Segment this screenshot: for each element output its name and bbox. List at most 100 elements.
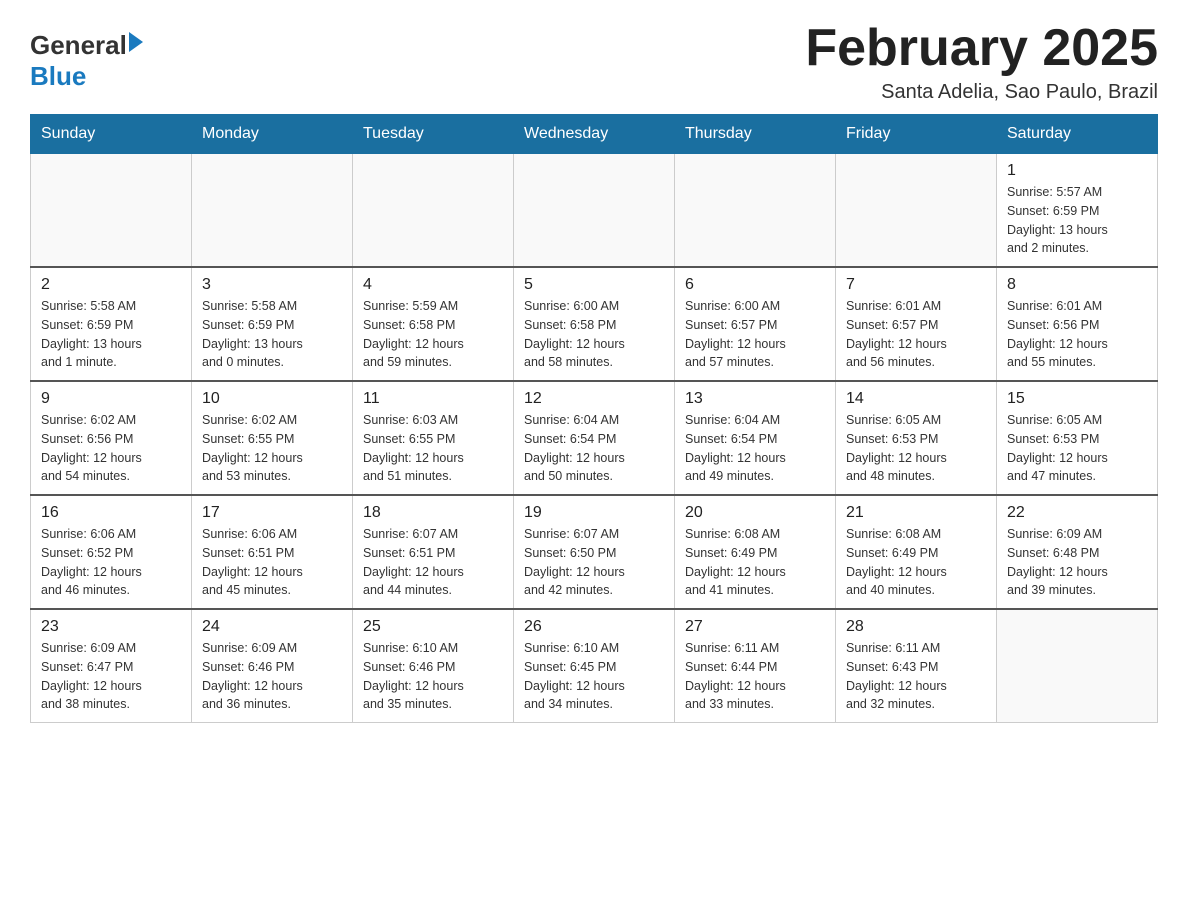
day-number: 9: [41, 390, 181, 408]
day-number: 1: [1007, 162, 1147, 180]
day-info: Sunrise: 6:05 AM Sunset: 6:53 PM Dayligh…: [846, 411, 986, 486]
day-info: Sunrise: 5:58 AM Sunset: 6:59 PM Dayligh…: [41, 297, 181, 372]
column-header-tuesday: Tuesday: [353, 115, 514, 154]
day-info: Sunrise: 6:02 AM Sunset: 6:56 PM Dayligh…: [41, 411, 181, 486]
day-number: 22: [1007, 504, 1147, 522]
calendar-cell: 20 Sunrise: 6:08 AM Sunset: 6:49 PM Dayli…: [675, 495, 836, 609]
day-info: Sunrise: 6:11 AM Sunset: 6:43 PM Dayligh…: [846, 639, 986, 714]
day-number: 4: [363, 276, 503, 294]
day-number: 12: [524, 390, 664, 408]
day-number: 19: [524, 504, 664, 522]
calendar-cell: 7Sunrise: 6:01 AM Sunset: 6:57 PM Daylig…: [836, 267, 997, 381]
day-number: 6: [685, 276, 825, 294]
day-info: Sunrise: 6:02 AM Sunset: 6:55 PM Dayligh…: [202, 411, 342, 486]
day-number: 15: [1007, 390, 1147, 408]
day-info: Sunrise: 6:07 AM Sunset: 6:51 PM Dayligh…: [363, 525, 503, 600]
calendar-cell: 21 Sunrise: 6:08 AM Sunset: 6:49 PM Dayli…: [836, 495, 997, 609]
day-info: Sunrise: 6:09 AM Sunset: 6:46 PM Dayligh…: [202, 639, 342, 714]
logo-blue-text: Blue: [30, 61, 86, 92]
day-number: 25: [363, 618, 503, 636]
calendar-week-row: 9 Sunrise: 6:02 AM Sunset: 6:56 PM Daylig…: [31, 381, 1158, 495]
day-info: Sunrise: 5:59 AM Sunset: 6:58 PM Dayligh…: [363, 297, 503, 372]
calendar-cell: 8 Sunrise: 6:01 AM Sunset: 6:56 PM Daylig…: [997, 267, 1158, 381]
calendar-cell: 22 Sunrise: 6:09 AM Sunset: 6:48 PM Dayli…: [997, 495, 1158, 609]
column-header-saturday: Saturday: [997, 115, 1158, 154]
day-info: Sunrise: 6:08 AM Sunset: 6:49 PM Dayligh…: [846, 525, 986, 600]
calendar-cell: 28 Sunrise: 6:11 AM Sunset: 6:43 PM Dayli…: [836, 609, 997, 723]
column-header-wednesday: Wednesday: [514, 115, 675, 154]
calendar-cell: 24Sunrise: 6:09 AM Sunset: 6:46 PM Dayli…: [192, 609, 353, 723]
calendar-cell: 13 Sunrise: 6:04 AM Sunset: 6:54 PM Dayli…: [675, 381, 836, 495]
day-number: 14: [846, 390, 986, 408]
calendar-title: February 2025: [805, 20, 1158, 77]
calendar-cell: 12 Sunrise: 6:04 AM Sunset: 6:54 PM Dayli…: [514, 381, 675, 495]
calendar-cell: 3 Sunrise: 5:58 AM Sunset: 6:59 PM Daylig…: [192, 267, 353, 381]
day-number: 17: [202, 504, 342, 522]
logo: General Blue: [30, 30, 143, 92]
day-info: Sunrise: 5:58 AM Sunset: 6:59 PM Dayligh…: [202, 297, 342, 372]
calendar-week-row: 16 Sunrise: 6:06 AM Sunset: 6:52 PM Dayli…: [31, 495, 1158, 609]
calendar-subtitle: Santa Adelia, Sao Paulo, Brazil: [805, 81, 1158, 104]
day-info: Sunrise: 6:10 AM Sunset: 6:45 PM Dayligh…: [524, 639, 664, 714]
calendar-cell: 23Sunrise: 6:09 AM Sunset: 6:47 PM Dayli…: [31, 609, 192, 723]
day-number: 8: [1007, 276, 1147, 294]
day-number: 13: [685, 390, 825, 408]
day-info: Sunrise: 6:09 AM Sunset: 6:48 PM Dayligh…: [1007, 525, 1147, 600]
calendar-cell: 26Sunrise: 6:10 AM Sunset: 6:45 PM Dayli…: [514, 609, 675, 723]
calendar-cell: 6 Sunrise: 6:00 AM Sunset: 6:57 PM Daylig…: [675, 267, 836, 381]
column-header-monday: Monday: [192, 115, 353, 154]
calendar-cell: 14 Sunrise: 6:05 AM Sunset: 6:53 PM Dayli…: [836, 381, 997, 495]
day-info: Sunrise: 6:09 AM Sunset: 6:47 PM Dayligh…: [41, 639, 181, 714]
calendar-cell: 18 Sunrise: 6:07 AM Sunset: 6:51 PM Dayli…: [353, 495, 514, 609]
day-number: 11: [363, 390, 503, 408]
calendar-cell: 4 Sunrise: 5:59 AM Sunset: 6:58 PM Daylig…: [353, 267, 514, 381]
day-number: 10: [202, 390, 342, 408]
day-info: Sunrise: 6:11 AM Sunset: 6:44 PM Dayligh…: [685, 639, 825, 714]
day-number: 7: [846, 276, 986, 294]
day-number: 18: [363, 504, 503, 522]
calendar-cell: 1 Sunrise: 5:57 AM Sunset: 6:59 PM Daylig…: [997, 154, 1158, 268]
column-header-thursday: Thursday: [675, 115, 836, 154]
logo-general-text: General: [30, 30, 127, 61]
calendar-header-row: SundayMondayTuesdayWednesdayThursdayFrid…: [31, 115, 1158, 154]
calendar-cell: 16 Sunrise: 6:06 AM Sunset: 6:52 PM Dayli…: [31, 495, 192, 609]
calendar-cell: 19Sunrise: 6:07 AM Sunset: 6:50 PM Dayli…: [514, 495, 675, 609]
logo-arrow-icon: [129, 32, 143, 52]
calendar-table: SundayMondayTuesdayWednesdayThursdayFrid…: [30, 114, 1158, 723]
day-info: Sunrise: 6:00 AM Sunset: 6:58 PM Dayligh…: [524, 297, 664, 372]
column-header-friday: Friday: [836, 115, 997, 154]
day-info: Sunrise: 6:03 AM Sunset: 6:55 PM Dayligh…: [363, 411, 503, 486]
calendar-week-row: 2 Sunrise: 5:58 AM Sunset: 6:59 PM Daylig…: [31, 267, 1158, 381]
calendar-cell: 15Sunrise: 6:05 AM Sunset: 6:53 PM Dayli…: [997, 381, 1158, 495]
logo-icon: General Blue: [30, 30, 143, 92]
calendar-week-row: 1 Sunrise: 5:57 AM Sunset: 6:59 PM Daylig…: [31, 154, 1158, 268]
calendar-cell: [997, 609, 1158, 723]
calendar-cell: 11 Sunrise: 6:03 AM Sunset: 6:55 PM Dayli…: [353, 381, 514, 495]
day-number: 21: [846, 504, 986, 522]
calendar-cell: 9 Sunrise: 6:02 AM Sunset: 6:56 PM Daylig…: [31, 381, 192, 495]
calendar-cell: 2 Sunrise: 5:58 AM Sunset: 6:59 PM Daylig…: [31, 267, 192, 381]
day-number: 2: [41, 276, 181, 294]
day-info: Sunrise: 5:57 AM Sunset: 6:59 PM Dayligh…: [1007, 183, 1147, 258]
calendar-cell: [836, 154, 997, 268]
day-info: Sunrise: 6:06 AM Sunset: 6:52 PM Dayligh…: [41, 525, 181, 600]
day-info: Sunrise: 6:08 AM Sunset: 6:49 PM Dayligh…: [685, 525, 825, 600]
calendar-cell: 27Sunrise: 6:11 AM Sunset: 6:44 PM Dayli…: [675, 609, 836, 723]
day-number: 5: [524, 276, 664, 294]
calendar-cell: [514, 154, 675, 268]
day-number: 16: [41, 504, 181, 522]
column-header-sunday: Sunday: [31, 115, 192, 154]
calendar-cell: 17Sunrise: 6:06 AM Sunset: 6:51 PM Dayli…: [192, 495, 353, 609]
day-number: 20: [685, 504, 825, 522]
calendar-cell: 5 Sunrise: 6:00 AM Sunset: 6:58 PM Daylig…: [514, 267, 675, 381]
day-info: Sunrise: 6:00 AM Sunset: 6:57 PM Dayligh…: [685, 297, 825, 372]
day-info: Sunrise: 6:01 AM Sunset: 6:56 PM Dayligh…: [1007, 297, 1147, 372]
title-area: February 2025 Santa Adelia, Sao Paulo, B…: [805, 20, 1158, 104]
calendar-cell: 25 Sunrise: 6:10 AM Sunset: 6:46 PM Dayli…: [353, 609, 514, 723]
day-number: 3: [202, 276, 342, 294]
day-info: Sunrise: 6:04 AM Sunset: 6:54 PM Dayligh…: [685, 411, 825, 486]
day-info: Sunrise: 6:04 AM Sunset: 6:54 PM Dayligh…: [524, 411, 664, 486]
day-info: Sunrise: 6:10 AM Sunset: 6:46 PM Dayligh…: [363, 639, 503, 714]
day-number: 28: [846, 618, 986, 636]
calendar-cell: 10 Sunrise: 6:02 AM Sunset: 6:55 PM Dayli…: [192, 381, 353, 495]
